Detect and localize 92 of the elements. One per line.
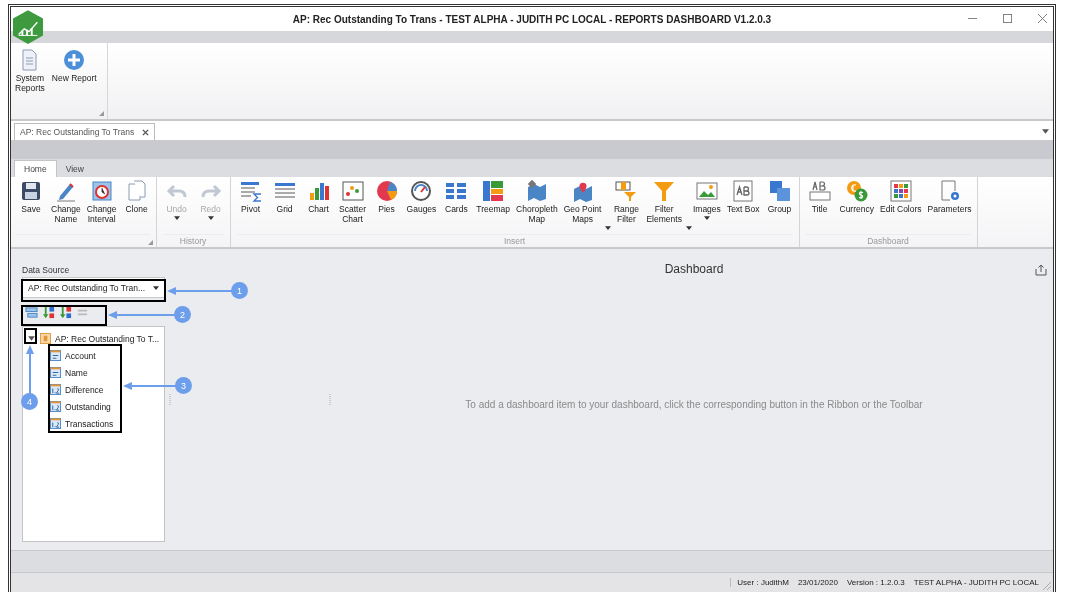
cards-icon <box>445 180 468 202</box>
settings-icon <box>938 180 961 202</box>
ribbon-button[interactable]: Filter Elements <box>643 180 690 234</box>
status-text: 23/01/2020 <box>797 578 838 587</box>
ribbon-button[interactable]: Save <box>14 180 48 234</box>
ribbon-button[interactable]: Change Interval <box>83 180 120 234</box>
highlight-frame <box>24 328 37 344</box>
ribbon-button[interactable]: Pies <box>369 180 404 234</box>
number-field-icon <box>50 401 61 412</box>
status-text: Version : 1.2.0.3 <box>846 578 905 587</box>
ribbon-button[interactable]: Treemap <box>473 180 514 234</box>
tree-item[interactable]: Transactions <box>65 418 114 429</box>
empty-dashboard-hint: To add a dashboard item to your dashboard, click the corresponding button in the Ribbon or the Toolbar <box>465 399 923 410</box>
tree-item[interactable]: Outstanding <box>65 401 111 412</box>
pivot-table-icon <box>239 180 262 202</box>
number-field-icon <box>50 418 61 429</box>
ribbon-tab[interactable]: View <box>56 161 93 177</box>
database-icon <box>40 333 51 344</box>
group-icon <box>768 180 791 202</box>
ribbon-button[interactable]: Chart <box>301 180 336 234</box>
documents-icon <box>125 180 148 202</box>
resize-grip-icon[interactable] <box>1043 582 1051 590</box>
ribbon-button[interactable]: Gauges <box>403 180 440 234</box>
field-label: Data Source <box>22 265 71 275</box>
document-tab[interactable]: AP: Rec Outstanding To Trans <box>14 123 156 140</box>
ribbon-button[interactable]: Text Box <box>723 180 763 234</box>
range-filter-icon <box>615 180 638 202</box>
close-icon[interactable] <box>1038 14 1047 23</box>
dashboard-title: Dashboard <box>664 262 724 276</box>
pie-chart-icon <box>375 180 398 202</box>
group-label: Insert <box>503 236 526 246</box>
window-title: AP: Rec Outstanding To Trans - TEST ALPHA - JUDITH PC LOCAL - REPORTS DASHBOARD V1.2.0.3 <box>292 13 772 25</box>
maximize-icon[interactable] <box>1003 14 1012 23</box>
gauge-icon <box>410 180 433 202</box>
tree-item[interactable]: Account <box>65 350 96 361</box>
ribbon-button[interactable]: Parameters <box>924 180 975 234</box>
layout-toggle-icon[interactable] <box>25 305 38 319</box>
ribbon-button[interactable]: Edit Colors <box>877 180 925 234</box>
dropdown-caret-icon[interactable] <box>1042 129 1049 134</box>
map-pin-icon <box>571 180 594 202</box>
calendar-clock-icon <box>90 180 113 202</box>
callout-arrow <box>167 287 233 295</box>
ribbon-tab[interactable]: Home <box>14 160 57 177</box>
caret-icon <box>153 285 159 290</box>
sort-descending-icon[interactable] <box>59 305 72 319</box>
scatter-chart-icon <box>341 180 364 202</box>
callout-arrow <box>26 345 34 395</box>
image-icon <box>695 180 718 202</box>
bar-chart-icon <box>307 180 330 202</box>
map-icon <box>525 180 548 202</box>
tree-item[interactable]: Difference <box>65 384 104 395</box>
app-logo-icon[interactable] <box>13 10 43 44</box>
group-launcher-icon[interactable] <box>99 111 104 116</box>
group-launcher-icon[interactable] <box>147 240 153 245</box>
callout-arrow <box>108 311 176 319</box>
ribbon-button[interactable]: Choropleth Map <box>513 180 561 234</box>
ribbon-button[interactable]: Scatter Chart <box>335 180 370 234</box>
ribbon-button[interactable]: Change Name <box>48 180 84 234</box>
close-icon[interactable] <box>142 128 150 136</box>
coins-icon <box>845 180 868 202</box>
title-icon <box>808 180 831 202</box>
ribbon-button[interactable]: Cards <box>439 180 474 234</box>
number-field-icon <box>50 384 61 395</box>
ribbon-button[interactable]: New Report <box>49 49 99 93</box>
ribbon-button[interactable]: Title <box>802 180 837 234</box>
group-label: History <box>179 236 207 246</box>
ribbon-button[interactable]: System Reports <box>13 49 47 93</box>
ribbon-button[interactable]: Clone <box>119 180 154 234</box>
ribbon-button[interactable]: Pivot <box>233 180 268 234</box>
ribbon-button[interactable]: Range Filter <box>609 180 644 234</box>
plus-circle-icon <box>63 49 86 71</box>
pencil-icon <box>54 180 77 202</box>
ribbon-button[interactable]: Geo Point Maps <box>560 180 610 234</box>
tree-item[interactable]: AP: Rec Outstanding To T... <box>55 333 160 344</box>
status-text: User : JudithM <box>730 578 789 587</box>
treemap-icon <box>482 180 505 202</box>
text-field-icon <box>50 367 61 378</box>
tree-item[interactable]: Name <box>65 367 88 378</box>
export-icon[interactable] <box>1035 264 1047 276</box>
ribbon-button[interactable]: Grid <box>267 180 302 234</box>
ribbon-button[interactable]: Group <box>762 180 797 234</box>
sort-ascending-icon[interactable] <box>42 305 55 319</box>
ribbon-button[interactable]: Currency <box>836 180 877 234</box>
funnel-icon <box>653 180 676 202</box>
status-text: TEST ALPHA - JUDITH PC LOCAL <box>913 578 1039 587</box>
text-field-icon <box>50 350 61 361</box>
expand-toggle[interactable] <box>27 334 36 343</box>
callout-arrow <box>123 382 177 390</box>
text-box-icon <box>732 180 755 202</box>
group-label: Dashboard <box>867 236 909 246</box>
color-palette-icon <box>889 180 912 202</box>
ribbon-button[interactable]: Images <box>689 180 724 234</box>
